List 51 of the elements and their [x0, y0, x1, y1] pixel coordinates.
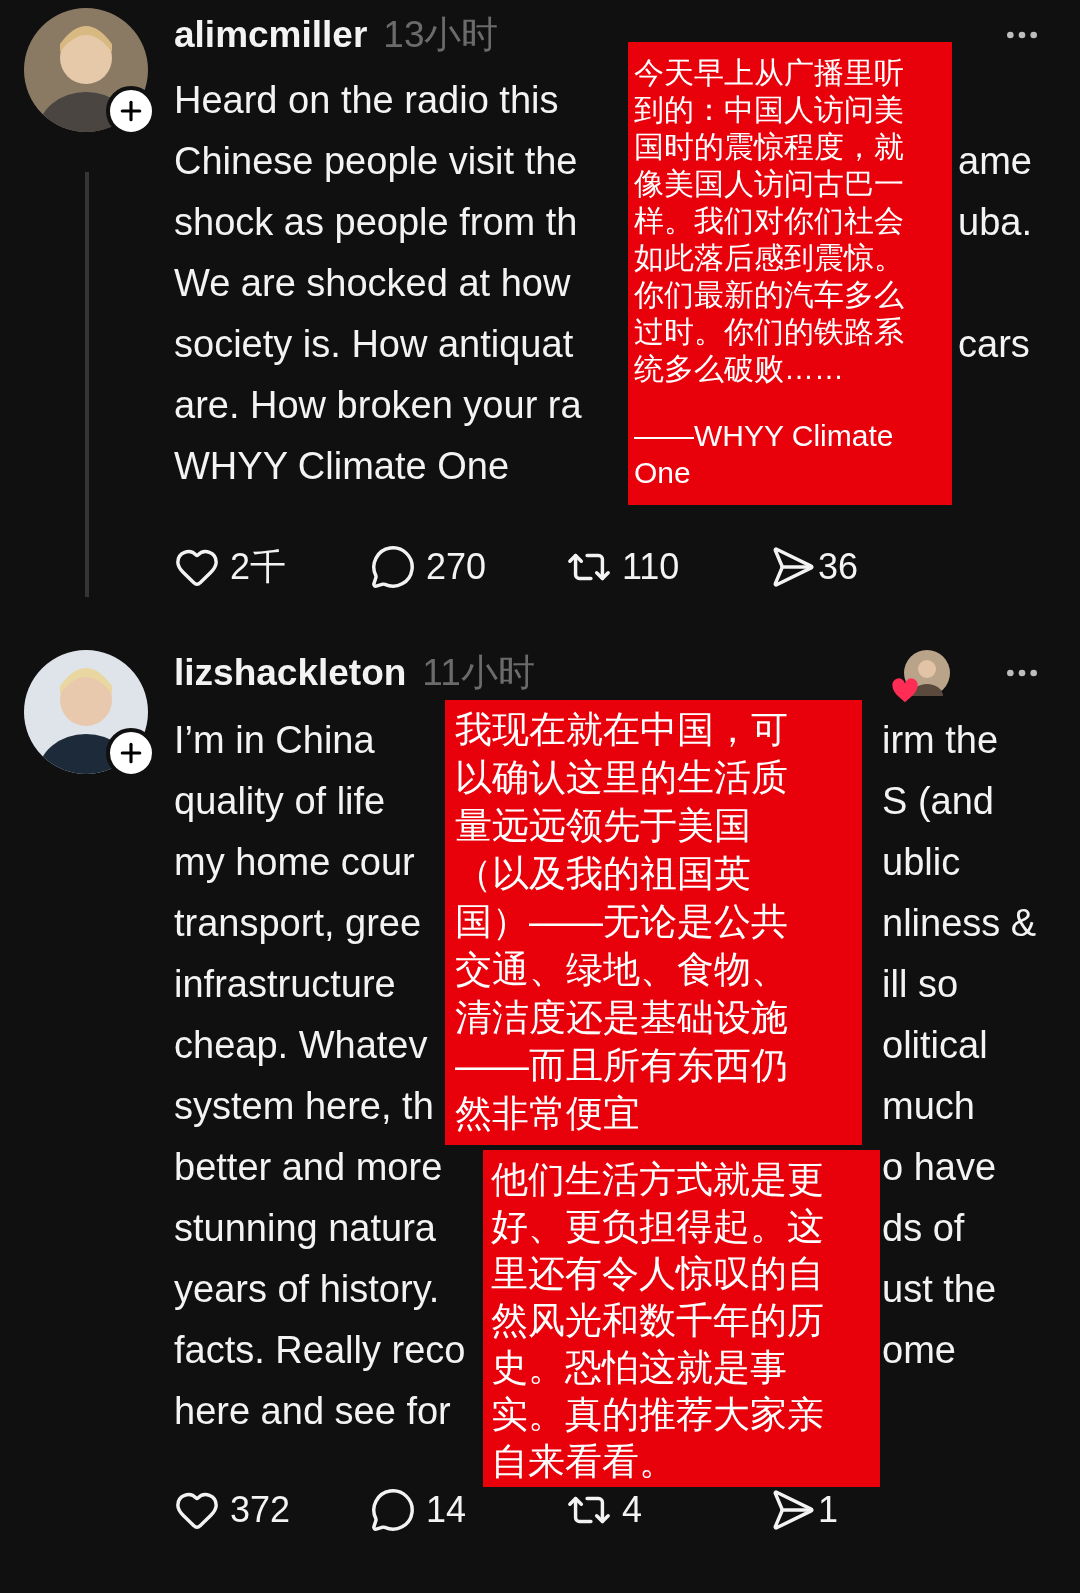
post-text: facts. Really reco [174, 1328, 466, 1373]
post-text: cars [958, 322, 1030, 367]
repost-button[interactable]: 4 [566, 1483, 762, 1537]
post-text: ill so [882, 962, 959, 1007]
post-text: stunning natura [174, 1206, 436, 1251]
post-text: irm the [882, 718, 999, 763]
post-text: ome [882, 1328, 956, 1373]
post-time: 11小时 [422, 651, 535, 696]
post-text: o have [882, 1145, 997, 1190]
post-text: olitical [882, 1023, 988, 1068]
post-text: Chinese people visit the [174, 139, 578, 184]
post-text: infrastructure [174, 962, 396, 1007]
post-time: 13小时 [383, 13, 499, 58]
post-text: years of history. [174, 1267, 440, 1312]
post-text: my home cour [174, 840, 415, 885]
post-text: ublic [882, 840, 961, 885]
post-text: cheap. Whatev [174, 1023, 428, 1068]
post-text: WHYY Climate One [174, 444, 510, 489]
post-text: society is. How antiquat [174, 322, 574, 367]
post-text: much [882, 1084, 975, 1129]
username[interactable]: lizshackleton [174, 645, 407, 701]
username[interactable]: alimcmiller [174, 7, 368, 63]
post-text: Heard on the radio this [174, 78, 559, 123]
post-text: ust the [882, 1267, 997, 1312]
share-button[interactable]: 1 [762, 1483, 958, 1537]
post-text: shock as people from th [174, 200, 578, 245]
post-text: S (and [882, 779, 994, 824]
like-button[interactable]: 2千 [174, 540, 370, 594]
post-text: uba. [958, 200, 1032, 245]
post-text: here and see for [174, 1389, 451, 1434]
post-text: ds of [882, 1206, 965, 1251]
post-text: system here, th [174, 1084, 434, 1129]
post-text: ame [958, 139, 1032, 184]
like-button[interactable]: 372 [174, 1483, 370, 1537]
translation-text: 他们生活方式就是更好、更负担得起。这里还有令人惊叹的自然风光和数千年的历史。恐怕这就是事实。真的推荐大家亲自来看看。 [491, 1158, 825, 1484]
post-text: quality of life [174, 779, 386, 824]
repost-button[interactable]: 110 [566, 540, 762, 594]
post-text: We are shocked at how [174, 261, 571, 306]
comment-button[interactable]: 270 [370, 540, 566, 594]
post-text: better and more [174, 1145, 443, 1190]
post-text: I’m in China [174, 718, 375, 763]
post-text: are. How broken your ra [174, 383, 582, 428]
post-text: transport, gree [174, 901, 422, 946]
share-button[interactable]: 36 [762, 540, 958, 594]
comment-icon [370, 544, 416, 590]
post-text: nliness & [882, 901, 1037, 946]
translation-text: 我现在就在中国，可以确认这里的生活质量远远领先于美国（以及我的祖国英国）——无论是公共交通、绿地、食物、清洁度还是基础设施——而且所有东西仍然非常便宜 [455, 708, 789, 1136]
translation-text: ——WHYY Climate One [634, 418, 895, 491]
translation-text: 今天早上从广播里听到的：中国人访问美国时的震惊程度，就像美国人访问古巴一样。我们对你们社会如此落后感到震惊。你们最新的汽车多么过时。你们的铁路系统多么破败…… [634, 55, 905, 387]
comment-button[interactable]: 14 [370, 1483, 566, 1537]
comment-icon [370, 1487, 416, 1533]
